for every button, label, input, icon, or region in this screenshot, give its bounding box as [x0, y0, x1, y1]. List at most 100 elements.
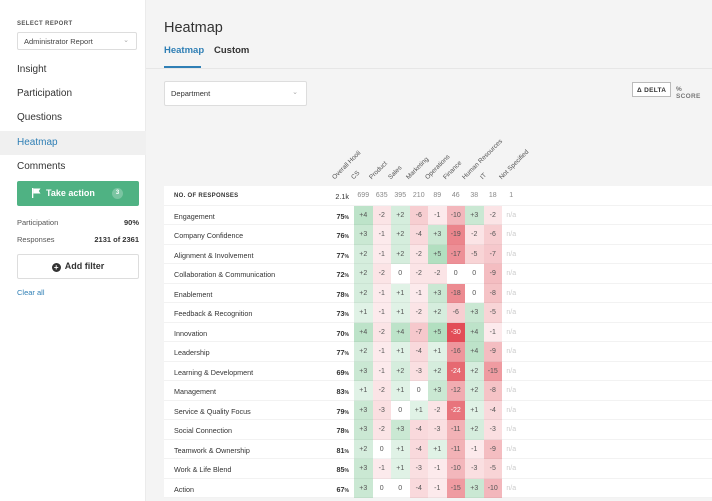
heatmap-cell[interactable]: -4	[409, 225, 428, 245]
heatmap-cell[interactable]: 0	[465, 264, 484, 284]
heatmap-cell[interactable]: -3	[483, 420, 502, 440]
heatmap-cell[interactable]: -2	[465, 225, 484, 245]
heatmap-cell[interactable]: +2	[391, 361, 410, 381]
heatmap-cell[interactable]: -2	[428, 400, 447, 420]
heatmap-cell[interactable]: -1	[428, 478, 447, 498]
heatmap-cell[interactable]: +2	[354, 244, 373, 264]
heatmap-cell[interactable]: 0	[391, 401, 410, 421]
heatmap-cell[interactable]: +1	[391, 439, 410, 459]
heatmap-cell[interactable]: +2	[391, 244, 410, 264]
heatmap-cell[interactable]: -19	[446, 225, 465, 245]
heatmap-cell[interactable]: -2	[409, 244, 428, 264]
heatmap-cell[interactable]: -1	[372, 303, 391, 323]
heatmap-cell[interactable]: -4	[409, 439, 428, 459]
heatmap-cell[interactable]: n/a	[502, 381, 521, 401]
heatmap-cell[interactable]: +4	[354, 322, 373, 342]
heatmap-cell[interactable]: +3	[354, 400, 373, 420]
heatmap-cell[interactable]: -15	[446, 478, 465, 498]
heatmap-cell[interactable]: 0	[391, 479, 410, 499]
heatmap-cell[interactable]: n/a	[502, 245, 521, 265]
add-filter-button[interactable]: + Add filter	[17, 254, 139, 279]
heatmap-cell[interactable]: -2	[372, 322, 391, 342]
heatmap-cell[interactable]: -9	[483, 264, 502, 284]
heatmap-cell[interactable]: -1	[372, 342, 391, 362]
heatmap-cell[interactable]: n/a	[502, 420, 521, 440]
heatmap-cell[interactable]: +2	[354, 439, 373, 459]
heatmap-cell[interactable]: -11	[446, 439, 465, 459]
heatmap-cell[interactable]: +1	[391, 459, 410, 479]
heatmap-cell[interactable]: -2	[372, 205, 391, 225]
heatmap-cell[interactable]: 0	[465, 284, 484, 304]
nav-item-insight[interactable]: Insight	[0, 58, 146, 82]
heatmap-cell[interactable]: +5	[428, 244, 447, 264]
heatmap-cell[interactable]: +4	[465, 342, 484, 362]
heatmap-cell[interactable]: -2	[428, 264, 447, 284]
heatmap-cell[interactable]: -2	[409, 264, 428, 284]
heatmap-cell[interactable]: +1	[354, 303, 373, 323]
heatmap-cell[interactable]: -1	[372, 225, 391, 245]
heatmap-cell[interactable]: +3	[428, 283, 447, 303]
heatmap-cell[interactable]: +1	[465, 400, 484, 420]
heatmap-cell[interactable]: +4	[354, 205, 373, 225]
heatmap-cell[interactable]: +4	[465, 322, 484, 342]
heatmap-cell[interactable]: 0	[373, 479, 392, 499]
heatmap-cell[interactable]: -5	[483, 303, 502, 323]
heatmap-cell[interactable]: -18	[446, 283, 465, 303]
heatmap-cell[interactable]: +2	[391, 225, 410, 245]
heatmap-cell[interactable]: -4	[409, 342, 428, 362]
heatmap-cell[interactable]: +3	[391, 420, 410, 440]
heatmap-cell[interactable]: +2	[354, 264, 373, 284]
heatmap-cell[interactable]: -3	[372, 400, 391, 420]
heatmap-cell[interactable]: -2	[483, 205, 502, 225]
heatmap-cell[interactable]: -15	[483, 361, 502, 381]
report-select[interactable]: Administrator Report ⌄	[17, 32, 137, 50]
score-toggle[interactable]: % SCORE	[672, 82, 712, 100]
heatmap-cell[interactable]: -6	[446, 303, 465, 323]
heatmap-cell[interactable]: -16	[446, 342, 465, 362]
nav-item-heatmap[interactable]: Heatmap	[0, 131, 146, 155]
heatmap-cell[interactable]: -1	[465, 439, 484, 459]
heatmap-cell[interactable]: +2	[465, 361, 484, 381]
heatmap-cell[interactable]: -2	[409, 303, 428, 323]
heatmap-cell[interactable]: +3	[354, 478, 373, 498]
heatmap-cell[interactable]: -5	[483, 459, 502, 479]
heatmap-cell[interactable]: +2	[428, 303, 447, 323]
heatmap-cell[interactable]: -11	[446, 420, 465, 440]
heatmap-cell[interactable]: -4	[409, 420, 428, 440]
heatmap-cell[interactable]: +1	[428, 439, 447, 459]
nav-item-questions[interactable]: Questions	[0, 106, 146, 130]
heatmap-cell[interactable]: n/a	[502, 479, 521, 499]
heatmap-cell[interactable]: +1	[391, 342, 410, 362]
heatmap-cell[interactable]: +1	[409, 400, 428, 420]
heatmap-cell[interactable]: +1	[354, 381, 373, 401]
heatmap-cell[interactable]: +3	[354, 225, 373, 245]
tab-heatmap[interactable]: Heatmap	[164, 45, 204, 56]
heatmap-cell[interactable]: -3	[409, 361, 428, 381]
nav-item-comments[interactable]: Comments	[0, 155, 146, 179]
nav-item-participation[interactable]: Participation	[0, 82, 146, 106]
heatmap-cell[interactable]: -6	[409, 205, 428, 225]
heatmap-cell[interactable]: n/a	[502, 303, 521, 323]
heatmap-cell[interactable]: -1	[409, 283, 428, 303]
heatmap-cell[interactable]: -6	[483, 225, 502, 245]
heatmap-cell[interactable]: -9	[483, 342, 502, 362]
heatmap-cell[interactable]: -3	[465, 459, 484, 479]
heatmap-cell[interactable]: -10	[483, 478, 502, 498]
heatmap-cell[interactable]: -3	[428, 420, 447, 440]
heatmap-cell[interactable]: -10	[446, 459, 465, 479]
heatmap-cell[interactable]: -5	[465, 244, 484, 264]
heatmap-cell[interactable]: -1	[372, 244, 391, 264]
heatmap-cell[interactable]: -30	[446, 322, 465, 342]
heatmap-cell[interactable]: n/a	[502, 323, 521, 343]
heatmap-cell[interactable]: +3	[354, 361, 373, 381]
heatmap-cell[interactable]: +2	[428, 361, 447, 381]
heatmap-cell[interactable]: +3	[354, 420, 373, 440]
heatmap-cell[interactable]: +1	[391, 381, 410, 401]
heatmap-cell[interactable]: -4	[483, 400, 502, 420]
heatmap-cell[interactable]: -9	[483, 439, 502, 459]
heatmap-cell[interactable]: n/a	[502, 264, 521, 284]
heatmap-cell[interactable]: n/a	[502, 362, 521, 382]
heatmap-cell[interactable]: +2	[465, 420, 484, 440]
clear-all-link[interactable]: Clear all	[17, 288, 45, 297]
heatmap-cell[interactable]: -7	[409, 322, 428, 342]
